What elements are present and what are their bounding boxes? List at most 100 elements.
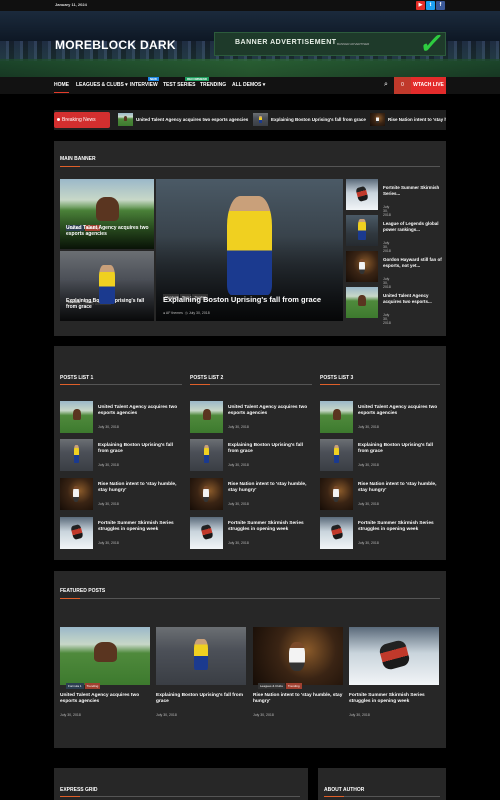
list-item[interactable]: United Talent Agency acquires two esport… (190, 401, 315, 433)
list-item[interactable]: Explaining Boston Uprising's fall from g… (190, 439, 315, 471)
featured-image[interactable] (156, 627, 246, 685)
post-title[interactable]: United Talent Agency acquires two esport… (358, 405, 443, 418)
side-title[interactable]: United Talent Agency acquires two esport… (383, 293, 443, 305)
featured-title[interactable]: Fortnite Summer Skirmish Series struggle… (349, 693, 439, 706)
post-title[interactable]: Explaining Boston Uprising's fall from g… (358, 443, 443, 456)
tag[interactable]: Formula 1 (66, 683, 84, 689)
post-thumb[interactable] (320, 439, 353, 471)
nav-item-home[interactable]: HOME (54, 82, 69, 93)
banner-card[interactable]: Formula 1 Trending United Talent Agency a… (60, 179, 154, 249)
post-thumb[interactable] (190, 517, 223, 549)
post-date: July 30, 2018 (358, 463, 379, 467)
side-thumb[interactable] (346, 215, 378, 246)
post-thumb[interactable] (190, 478, 223, 510)
watch-live-button[interactable]: WTACH LIVE (411, 77, 446, 94)
card-meta: ● AF themes ◷ July 30, 2018 (163, 311, 210, 315)
card-title[interactable]: Explaining Boston Uprising's fall from g… (163, 295, 343, 304)
post-title[interactable]: Rise Nation intent to 'stay humble, stay… (98, 482, 183, 495)
featured-image[interactable]: Leagues & Clubs Trending (253, 627, 343, 689)
youtube-icon[interactable]: ▶ (416, 1, 425, 10)
list-item[interactable]: Rise Nation intent to 'stay humble, stay… (190, 478, 315, 510)
breaking-item[interactable]: Explaining Boston Uprising's fall from g… (271, 117, 366, 122)
side-thumb[interactable] (346, 287, 378, 318)
list-item[interactable]: Fortnite Summer Skirmish Series struggle… (320, 517, 445, 549)
facebook-icon[interactable]: f (436, 1, 445, 10)
post-thumb[interactable] (190, 439, 223, 471)
list-item[interactable]: Explaining Boston Uprising's fall from g… (320, 439, 445, 471)
breaking-item[interactable]: United Talent Agency acquires two esport… (136, 117, 248, 122)
list-item[interactable]: United Talent Agency acquires two esport… (320, 401, 445, 433)
nav-item-interview[interactable]: NEW INTERVIEW (130, 77, 159, 88)
post-thumb[interactable] (60, 517, 93, 549)
post-thumb[interactable] (320, 401, 353, 433)
recommend-badge: RECOMMEND (185, 77, 209, 81)
author-name[interactable]: AF themes (166, 311, 183, 315)
post-title[interactable]: Explaining Boston Uprising's fall from g… (98, 443, 183, 456)
side-title[interactable]: Gordon Hayward still fan of esports, not… (383, 257, 443, 269)
tag[interactable]: Trending (84, 683, 101, 689)
list-item[interactable]: United Talent Agency acquires two esport… (60, 401, 185, 433)
section-title: POSTS LIST 1 (60, 375, 94, 381)
breaking-item[interactable]: Rise Nation intent to 'stay humble, stay… (388, 117, 446, 122)
banner-subtitle: BANNER ADVERTISER (337, 42, 370, 46)
chevron-down-icon: ▾ (262, 82, 266, 88)
card-title[interactable]: Explaining Boston Uprising's fall from g… (66, 298, 150, 311)
nav-item-trending[interactable]: TRENDING (200, 82, 226, 88)
list-item[interactable]: Rise Nation intent to 'stay humble, stay… (60, 478, 185, 510)
tag[interactable]: Trending (285, 683, 302, 689)
notification-count[interactable]: 0 (394, 77, 411, 94)
featured-title[interactable]: Rise Nation intent to 'stay humble, stay… (253, 693, 343, 706)
post-title[interactable]: Fortnite Summer Skirmish Series struggle… (358, 521, 443, 534)
breaking-thumb[interactable] (370, 113, 385, 126)
breaking-thumb[interactable] (118, 113, 133, 126)
list-item[interactable]: Explaining Boston Uprising's fall from g… (60, 439, 185, 471)
list-item[interactable]: Rise Nation intent to 'stay humble, stay… (320, 478, 445, 510)
site-logo[interactable]: MOREBLOCK DARK (55, 38, 176, 52)
nav-item-test-series[interactable]: RECOMMEND TEST SERIES (163, 77, 209, 88)
post-title[interactable]: United Talent Agency acquires two esport… (228, 405, 313, 418)
post-title[interactable]: Fortnite Summer Skirmish Series struggle… (228, 521, 313, 534)
side-title[interactable]: League of Legends global power rankings.… (383, 221, 443, 233)
twitter-icon[interactable]: t (426, 1, 435, 10)
post-thumb[interactable] (60, 401, 93, 433)
post-title[interactable]: Rise Nation intent to 'stay humble, stay… (228, 482, 313, 495)
side-thumb[interactable] (346, 251, 378, 282)
side-title[interactable]: Fortnite Summer Skirmish Series... (383, 185, 443, 197)
featured-date: July 30, 2018 (60, 713, 81, 717)
post-date: July 30, 2018 (358, 541, 379, 545)
post-thumb[interactable] (190, 401, 223, 433)
post-thumb[interactable] (60, 439, 93, 471)
nav-item-all-demos[interactable]: ALL DEMOS ▾ (232, 82, 265, 88)
featured-image[interactable] (349, 627, 439, 685)
post-date: July 30, 2018 (228, 425, 249, 429)
side-date: July 30, 2018 (383, 241, 391, 253)
banner-card[interactable]: Interview Team Trending Explaining Boston … (60, 251, 154, 321)
search-icon[interactable]: ⌕ (384, 81, 388, 89)
featured-title[interactable]: United Talent Agency acquires two esport… (60, 693, 150, 706)
post-thumb[interactable] (320, 478, 353, 510)
tag[interactable]: Leagues & Clubs (258, 683, 285, 689)
list-item[interactable]: Fortnite Summer Skirmish Series struggle… (60, 517, 185, 549)
post-thumb[interactable] (60, 478, 93, 510)
featured-title[interactable]: Explaining Boston Uprising's fall from g… (156, 693, 246, 706)
post-date: July 30, 2018 (358, 502, 379, 506)
main-banner-section: MAIN BANNER Formula 1 Trending United Tal… (54, 141, 446, 336)
breaking-thumb[interactable] (253, 113, 268, 126)
main-navigation: HOME LEAGUES & CLUBS ▾ NEW INTERVIEW REC… (0, 77, 500, 94)
post-title[interactable]: Explaining Boston Uprising's fall from g… (228, 443, 313, 456)
post-title[interactable]: United Talent Agency acquires two esport… (98, 405, 183, 418)
featured-banner-card[interactable]: Interview Team Trending Explaining Boston … (156, 179, 343, 321)
post-title[interactable]: Fortnite Summer Skirmish Series struggle… (98, 521, 183, 534)
featured-date: July 30, 2018 (253, 713, 274, 717)
list-item[interactable]: Fortnite Summer Skirmish Series struggle… (190, 517, 315, 549)
card-title[interactable]: United Talent Agency acquires two esport… (66, 225, 150, 238)
post-thumb[interactable] (320, 517, 353, 549)
featured-image[interactable]: Formula 1 Trending (60, 627, 150, 689)
section-title: MAIN BANNER (60, 156, 96, 162)
post-title[interactable]: Rise Nation intent to 'stay humble, stay… (358, 482, 443, 495)
banner-advertisement[interactable]: BANNER ADVERTISEMENT BANNER ADVERTISER ✓ (214, 32, 446, 56)
section-divider (320, 384, 440, 385)
nav-item-leagues-clubs[interactable]: LEAGUES & CLUBS ▾ (76, 82, 128, 88)
top-bar: January 11, 2024 ▶ t f (0, 0, 500, 11)
side-thumb[interactable] (346, 179, 378, 210)
